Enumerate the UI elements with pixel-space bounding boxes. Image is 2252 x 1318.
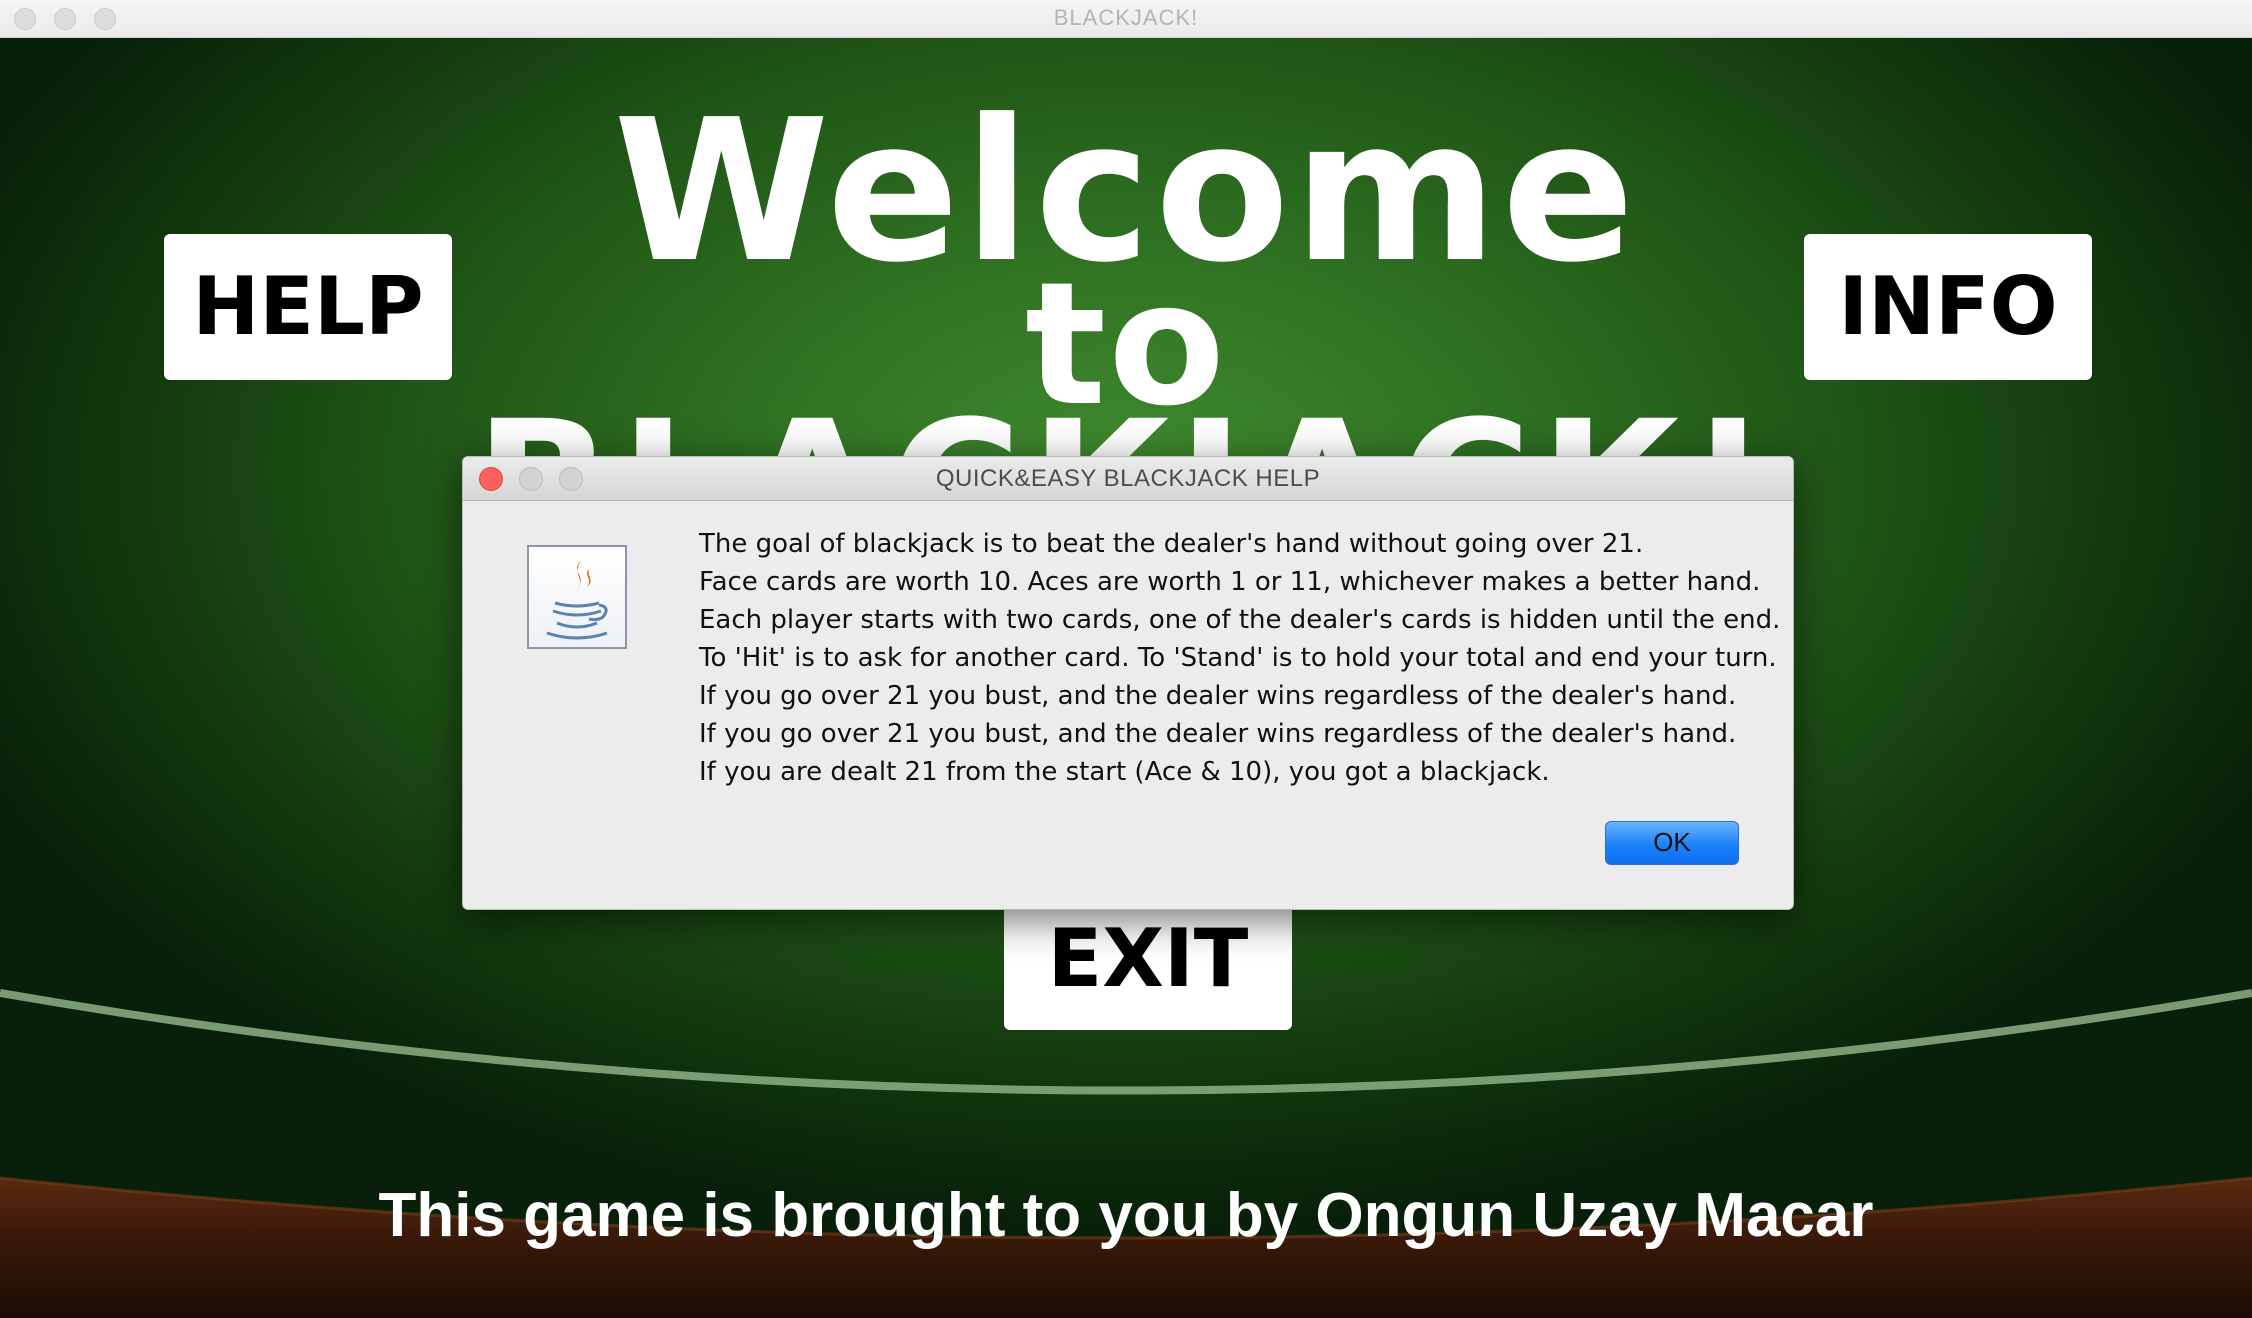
- help-line: If you go over 21 you bust, and the deal…: [699, 681, 1737, 711]
- help-button[interactable]: HELP: [164, 234, 452, 380]
- help-line: If you are dealt 21 from the start (Ace …: [699, 757, 1550, 787]
- info-button[interactable]: INFO: [1804, 234, 2092, 380]
- help-line: Face cards are worth 10. Aces are worth …: [699, 567, 1761, 597]
- help-line: To 'Hit' is to ask for another card. To …: [699, 643, 1777, 673]
- help-dialog: QUICK&EASY BLACKJACK HELP The goal of bl…: [462, 456, 1794, 910]
- dialog-title: QUICK&EASY BLACKJACK HELP: [935, 465, 1321, 492]
- dialog-titlebar[interactable]: QUICK&EASY BLACKJACK HELP: [463, 457, 1793, 501]
- blackjack-window: BLACKJACK! Welcome to BLACKJACK! HELP IN…: [0, 0, 2252, 1318]
- credit-text: This game is brought to you by Ongun Uza…: [378, 1181, 1874, 1250]
- help-line: Each player starts with two cards, one o…: [699, 605, 1781, 635]
- java-coffee-cup-icon: [527, 545, 627, 649]
- ok-button[interactable]: OK: [1605, 821, 1739, 865]
- window-titlebar[interactable]: BLACKJACK!: [0, 0, 2252, 38]
- window-title: BLACKJACK!: [1053, 5, 1199, 30]
- help-line: The goal of blackjack is to beat the dea…: [699, 529, 1644, 559]
- help-line: If you go over 21 you bust, and the deal…: [699, 719, 1737, 749]
- exit-button-label: EXIT: [1047, 912, 1249, 1005]
- help-text: The goal of blackjack is to beat the dea…: [699, 525, 1780, 791]
